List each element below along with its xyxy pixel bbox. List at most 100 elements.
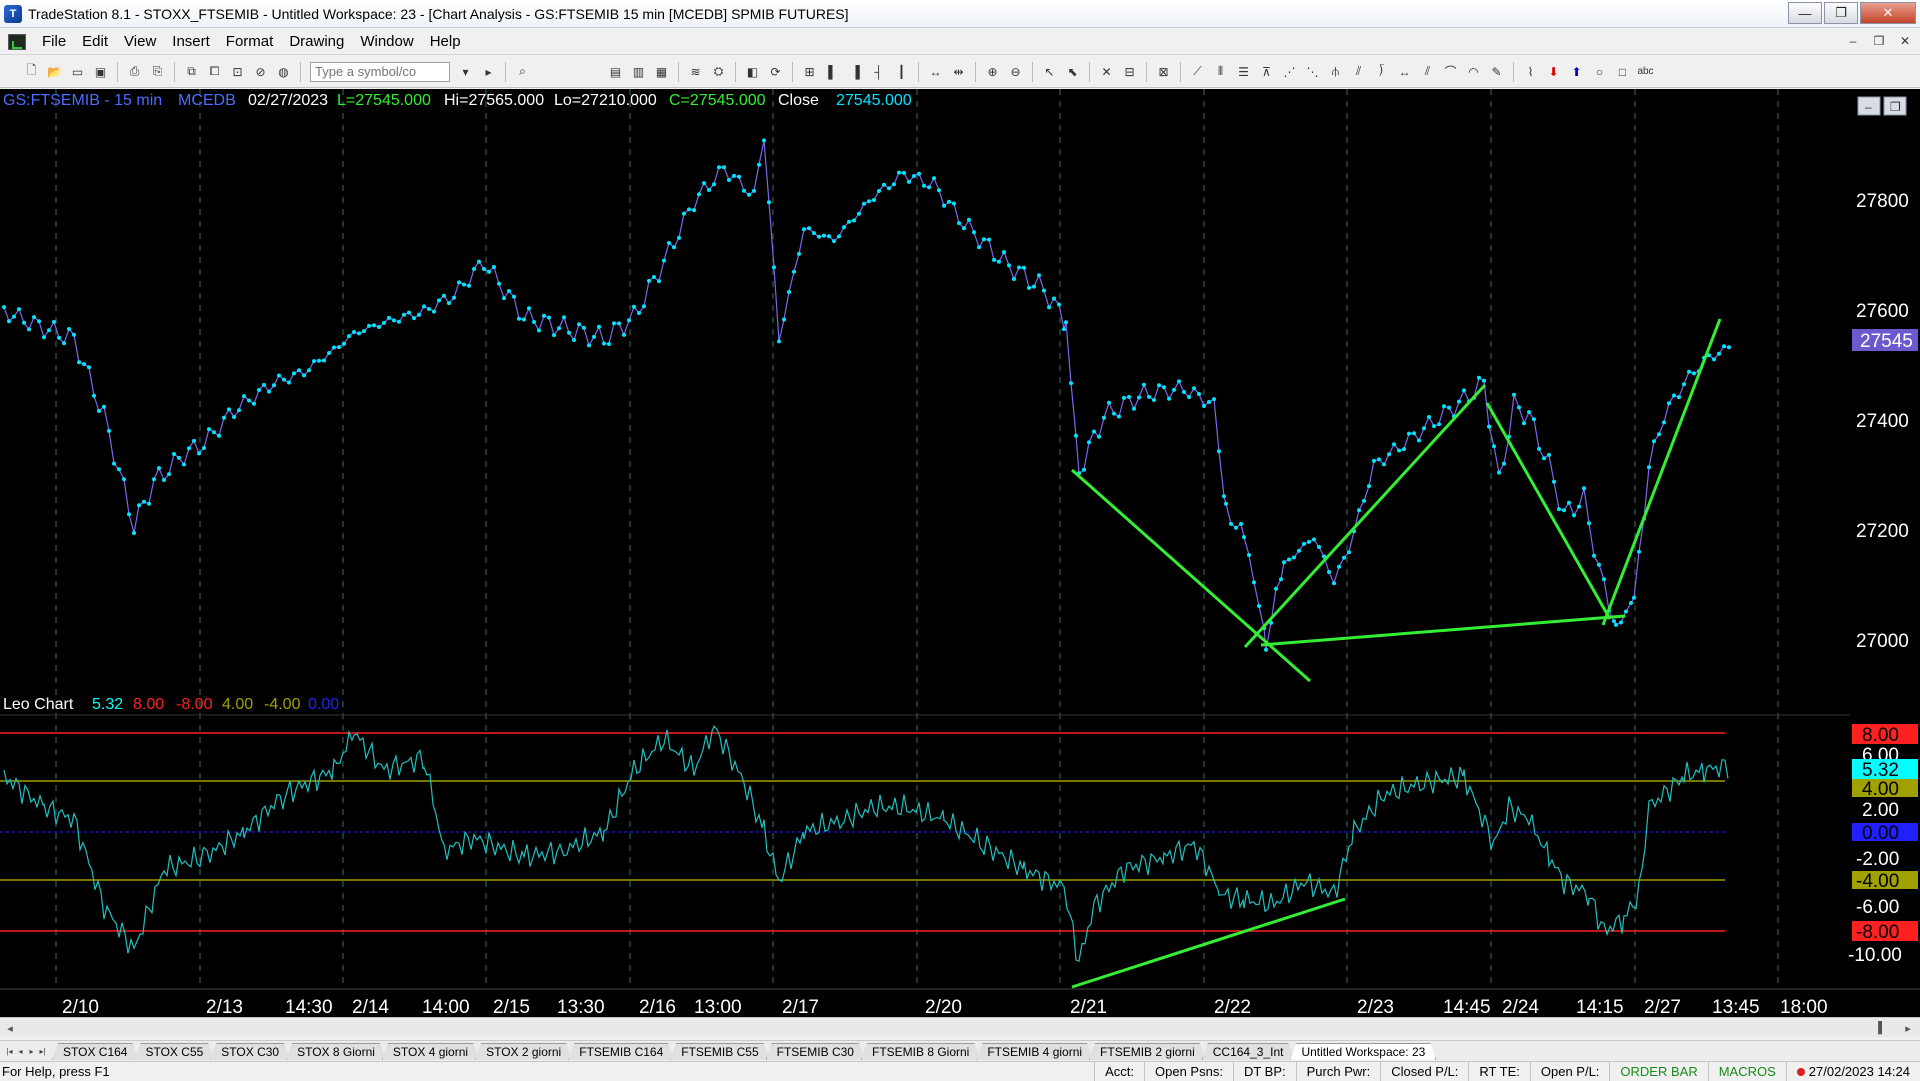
indicator-divergence-line[interactable] bbox=[1071, 897, 1346, 989]
tab-stox-4-giorni[interactable]: STOX 4 giorni bbox=[382, 1043, 479, 1060]
tab-stox-c164[interactable]: STOX C164 bbox=[52, 1043, 138, 1060]
down-arrow-icon[interactable]: ⬇ bbox=[1544, 62, 1563, 81]
tab-first-icon[interactable]: |◂ bbox=[4, 1044, 15, 1058]
radar-screen-icon[interactable]: ▥ bbox=[629, 62, 648, 81]
pointer-icon[interactable]: ↖ bbox=[1040, 62, 1059, 81]
candlestick-icon[interactable]: ┃ bbox=[892, 62, 911, 81]
close-button[interactable]: ✕ bbox=[1860, 2, 1916, 24]
tab-ftsemib-8-giorni[interactable]: FTSEMIB 8 Giorni bbox=[861, 1043, 980, 1060]
go-arrow-icon[interactable]: ▸ bbox=[479, 62, 498, 81]
refresh-icon[interactable]: ⟳ bbox=[766, 62, 785, 81]
menu-drawing[interactable]: Drawing bbox=[281, 33, 352, 50]
speed-lines-icon[interactable]: ⋰ bbox=[1280, 62, 1299, 81]
paste-icon[interactable]: ⧠ bbox=[205, 62, 224, 81]
compress-bars-icon[interactable]: ⇹ bbox=[949, 62, 968, 81]
freehand-icon[interactable]: ⌇ bbox=[1521, 62, 1540, 81]
horizontal-scrollbar[interactable]: ◂ ▌ ▸ bbox=[0, 1017, 1920, 1037]
andrews-pitchfork-icon[interactable]: ⫛ bbox=[1326, 62, 1345, 81]
matrix-icon[interactable]: ▦ bbox=[652, 62, 671, 81]
delete-drawing-icon[interactable]: ⊠ bbox=[1154, 62, 1173, 81]
menu-file[interactable]: File bbox=[34, 33, 74, 50]
fib-extension-icon[interactable]: ⟌ bbox=[1372, 62, 1391, 81]
tab-stox-8-giorni[interactable]: STOX 8 Giorni bbox=[286, 1043, 386, 1060]
menu-insert[interactable]: Insert bbox=[164, 33, 218, 50]
trendline-up-2[interactable] bbox=[1601, 318, 1722, 626]
save-icon[interactable]: ▣ bbox=[91, 62, 110, 81]
horizontal-lines-icon[interactable]: ☰ bbox=[1234, 62, 1253, 81]
tab-prev-icon[interactable]: ◂ bbox=[15, 1044, 26, 1058]
trendline-icon[interactable]: ⟋ bbox=[1188, 62, 1207, 81]
bar-chart-icon[interactable]: ▌ bbox=[823, 62, 842, 81]
pencil-icon[interactable]: ✎ bbox=[1487, 62, 1506, 81]
menu-view[interactable]: View bbox=[116, 33, 164, 50]
text-icon[interactable]: abc bbox=[1636, 62, 1655, 81]
format-icon[interactable]: ◧ bbox=[743, 62, 762, 81]
copy-icon[interactable]: ⧉ bbox=[182, 62, 201, 81]
new-workspace-icon[interactable]: ▭ bbox=[68, 62, 87, 81]
globe-icon[interactable]: ◍ bbox=[274, 62, 293, 81]
strategy-icon[interactable]: ⛭ bbox=[709, 62, 728, 81]
tab-stox-c55[interactable]: STOX C55 bbox=[134, 1043, 214, 1060]
up-arrow-icon[interactable]: ⬆ bbox=[1567, 62, 1586, 81]
tab-ftsemib-2-giorni[interactable]: FTSEMIB 2 giorni bbox=[1089, 1043, 1206, 1060]
trendline-support[interactable] bbox=[1260, 614, 1626, 647]
candle-chart-icon[interactable]: ▐ bbox=[846, 62, 865, 81]
scroll-right-icon[interactable]: ▸ bbox=[1900, 1020, 1916, 1036]
tab-ftsemib-4-giorni[interactable]: FTSEMIB 4 giorni bbox=[976, 1043, 1093, 1060]
symbol-input[interactable] bbox=[310, 61, 450, 82]
ohlc-bar-icon[interactable]: ┤ bbox=[869, 62, 888, 81]
arc-icon[interactable]: ⌒ bbox=[1441, 62, 1460, 81]
tab-stox-2-giorni[interactable]: STOX 2 giorni bbox=[475, 1043, 572, 1060]
trendline-up[interactable] bbox=[1243, 383, 1487, 649]
minimize-button[interactable]: — bbox=[1788, 2, 1822, 24]
menu-format[interactable]: Format bbox=[218, 33, 282, 50]
chart-analysis-icon[interactable]: ⊟ bbox=[1120, 62, 1139, 81]
symbol-lookup-icon[interactable]: ⌕ bbox=[513, 62, 532, 81]
chart-window-icon[interactable] bbox=[8, 33, 26, 50]
tab-stox-c30[interactable]: STOX C30 bbox=[210, 1043, 290, 1060]
tab-ftsemib-c164[interactable]: FTSEMIB C164 bbox=[568, 1043, 674, 1060]
data-window-icon[interactable]: ⊞ bbox=[800, 62, 819, 81]
fibonacci-icon[interactable]: ⊼ bbox=[1257, 62, 1276, 81]
tab-next-icon[interactable]: ▸ bbox=[26, 1044, 37, 1058]
horizontal-arrow-icon[interactable]: ↔ bbox=[1395, 62, 1414, 81]
cursor-data-icon[interactable]: ⬉ bbox=[1063, 62, 1082, 81]
tools-icon[interactable]: ✕ bbox=[1097, 62, 1116, 81]
tab-last-icon[interactable]: ▸| bbox=[37, 1044, 48, 1058]
trendline-down-2[interactable] bbox=[1485, 402, 1612, 620]
zoom-in-icon[interactable]: ⊕ bbox=[983, 62, 1002, 81]
menu-help[interactable]: Help bbox=[422, 33, 469, 50]
macros-button[interactable]: MACROS bbox=[1707, 1061, 1786, 1081]
scroll-left-icon[interactable]: ◂ bbox=[2, 1020, 18, 1036]
mdi-restore-button[interactable]: ❐ bbox=[1870, 32, 1888, 50]
menu-window[interactable]: Window bbox=[352, 33, 421, 50]
open-folder-icon[interactable]: 📂 bbox=[45, 62, 64, 81]
trendlines[interactable] bbox=[1071, 318, 1722, 683]
chart-canvas[interactable]: GS:FTSEMIB - 15 min MCEDB 02/27/2023 L=2… bbox=[0, 89, 1920, 1017]
print-preview-icon[interactable]: ⎘ bbox=[148, 62, 167, 81]
new-file-icon[interactable]: 🗋 bbox=[22, 62, 41, 81]
trendline-down[interactable] bbox=[1071, 468, 1311, 683]
rectangle-icon[interactable]: □ bbox=[1613, 62, 1632, 81]
mdi-close-button[interactable]: ✕ bbox=[1896, 32, 1914, 50]
indicator-icon[interactable]: ≋ bbox=[686, 62, 705, 81]
mdi-minimize-button[interactable]: – bbox=[1844, 32, 1862, 50]
tab-untitled-workspace[interactable]: Untitled Workspace: 23 bbox=[1290, 1043, 1436, 1060]
regression-channel-icon[interactable]: ⫽ bbox=[1349, 62, 1368, 81]
menu-edit[interactable]: Edit bbox=[74, 33, 116, 50]
print-icon[interactable]: ⎙ bbox=[125, 62, 144, 81]
fib-arcs-icon[interactable]: ◠ bbox=[1464, 62, 1483, 81]
symbol-dropdown-icon[interactable]: ▾ bbox=[456, 62, 475, 81]
tab-ftsemib-c55[interactable]: FTSEMIB C55 bbox=[670, 1043, 769, 1060]
link-icon[interactable]: ⊘ bbox=[251, 62, 270, 81]
vertical-lines-icon[interactable]: ⦀ bbox=[1211, 62, 1230, 81]
gann-fan-icon[interactable]: ⋱ bbox=[1303, 62, 1322, 81]
maximize-button[interactable]: ❐ bbox=[1824, 2, 1858, 24]
zoom-out-icon[interactable]: ⊖ bbox=[1006, 62, 1025, 81]
expand-bars-icon[interactable]: ↔ bbox=[926, 62, 945, 81]
parallel-lines-icon[interactable]: ⫽ bbox=[1418, 62, 1437, 81]
tab-ftsemib-c30[interactable]: FTSEMIB C30 bbox=[766, 1043, 865, 1060]
order-bar-button[interactable]: ORDER BAR bbox=[1609, 1061, 1707, 1081]
scroll-thumb[interactable]: ▌ bbox=[1874, 1020, 1890, 1036]
tab-cc164-3-int[interactable]: CC164_3_Int bbox=[1202, 1043, 1295, 1060]
